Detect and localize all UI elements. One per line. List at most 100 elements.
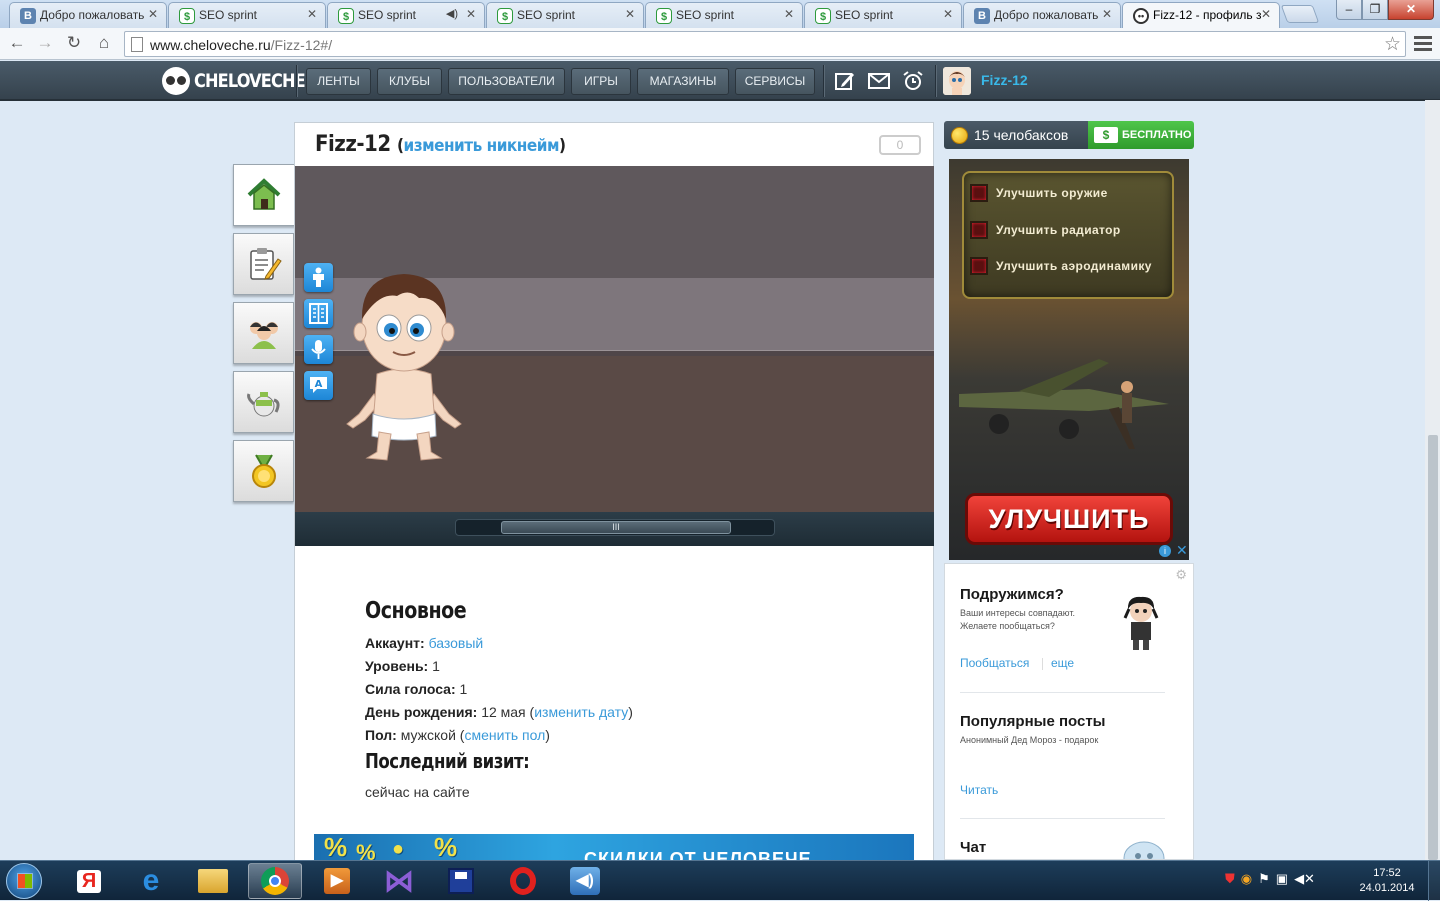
nav-feeds[interactable]: ЛЕНТЫ bbox=[306, 68, 371, 95]
nav-games[interactable]: ИГРЫ bbox=[571, 68, 631, 95]
address-bar[interactable]: www.cheloveche.ru/Fizz-12#/ ☆ bbox=[124, 31, 1406, 57]
nav-users[interactable]: ПОЛЬЗОВАТЕЛИ bbox=[448, 68, 565, 95]
profile-info: Основное Аккаунт: базовый Уровень: 1 Сил… bbox=[365, 598, 925, 804]
taskbar-chrome[interactable] bbox=[248, 863, 302, 899]
ad-cta-button[interactable]: УЛУЧШИТЬ bbox=[965, 493, 1173, 545]
free-bucks-button[interactable]: $ БЕСПЛАТНО bbox=[1088, 121, 1194, 149]
network-icon[interactable]: ▣ bbox=[1276, 871, 1288, 887]
profile-name: Fizz-12 bbox=[315, 132, 391, 157]
friends-icon bbox=[250, 322, 278, 349]
wallet-balance[interactable]: 15 челобаксов bbox=[944, 121, 1088, 149]
close-icon[interactable]: ✕ bbox=[625, 7, 635, 21]
account-link[interactable]: базовый bbox=[429, 635, 484, 651]
taskbar-yandex[interactable]: Я bbox=[62, 863, 116, 899]
taskbar-opera[interactable] bbox=[496, 863, 550, 899]
read-post-link[interactable]: Читать bbox=[960, 783, 998, 797]
show-desktop-button[interactable] bbox=[1428, 861, 1440, 901]
close-icon[interactable]: ✕ bbox=[943, 7, 953, 21]
sidebar-item-awards[interactable] bbox=[233, 440, 294, 502]
back-arrow-icon[interactable]: ← bbox=[6, 32, 28, 54]
seo-sprint-icon: $ bbox=[815, 8, 831, 24]
taskbar-internet-explorer[interactable]: e bbox=[124, 863, 178, 899]
close-icon[interactable]: ✕ bbox=[307, 7, 317, 21]
wardrobe-tool-button[interactable] bbox=[304, 299, 333, 328]
more-suggestions-link[interactable]: еще bbox=[1051, 656, 1074, 670]
close-icon[interactable]: ✕ bbox=[1261, 7, 1271, 21]
scrubber-handle[interactable]: III bbox=[501, 521, 731, 534]
browser-tab[interactable]: В Добро пожаловать ✕ bbox=[963, 2, 1121, 28]
window-close-button[interactable]: ✕ bbox=[1388, 0, 1434, 20]
site-logo[interactable]: CHELOVECHE bbox=[162, 67, 324, 95]
url-text[interactable]: www.cheloveche.ru/Fizz-12#/ bbox=[150, 37, 332, 53]
scrubber-track[interactable]: III bbox=[455, 519, 775, 536]
scrollbar-thumb[interactable] bbox=[1428, 435, 1438, 860]
taskbar-visual-studio[interactable]: ⋈ bbox=[372, 863, 426, 899]
page-scrollbar[interactable] bbox=[1425, 100, 1440, 860]
browser-tab[interactable]: $ SEO sprint ✕ bbox=[645, 2, 803, 28]
close-icon[interactable]: ✕ bbox=[466, 7, 476, 21]
section-title-main: Основное bbox=[365, 598, 467, 624]
browser-tab[interactable]: $ SEO sprint ✕ bbox=[486, 2, 644, 28]
suggested-user-avatar[interactable] bbox=[1121, 596, 1161, 652]
discount-banner[interactable]: %% ●% СКИДКИ ОТ ЧЕЛОВЕЧЕ bbox=[314, 834, 914, 862]
wardrobe-icon bbox=[309, 303, 328, 324]
close-icon[interactable]: ✕ bbox=[1102, 7, 1112, 21]
last-visit-value: сейчас на сайте bbox=[365, 784, 470, 800]
close-icon[interactable]: ✕ bbox=[148, 7, 158, 21]
mail-icon[interactable] bbox=[867, 70, 891, 92]
ad-banner[interactable]: Улучшить оружие Улучшить радиатор Улучши… bbox=[949, 159, 1189, 560]
sidebar-item-notes[interactable] bbox=[233, 233, 294, 295]
minimize-button[interactable]: – bbox=[1336, 0, 1362, 20]
alarm-clock-icon[interactable] bbox=[901, 70, 925, 92]
page-title: Fizz-12 (изменить никнейм) bbox=[315, 132, 566, 157]
sidebar-item-teapot[interactable] bbox=[233, 371, 294, 433]
nav-shops[interactable]: МАГАЗИНЫ bbox=[637, 68, 729, 95]
change-gender-link[interactable]: сменить пол bbox=[464, 727, 545, 743]
header-username[interactable]: Fizz-12 bbox=[981, 72, 1028, 88]
bookmark-star-icon[interactable]: ☆ bbox=[1384, 33, 1401, 56]
taskbar-save-app[interactable] bbox=[434, 863, 488, 899]
flag-icon[interactable]: ⚑ bbox=[1258, 871, 1270, 887]
change-nickname-link[interactable]: изменить никнейм bbox=[404, 136, 560, 156]
chat-with-user-link[interactable]: Пообщаться bbox=[960, 656, 1029, 670]
avatar[interactable] bbox=[943, 67, 971, 95]
close-icon[interactable]: ✕ bbox=[784, 7, 794, 21]
taskbar-file-explorer[interactable] bbox=[186, 863, 240, 899]
chat-tool-button[interactable]: A bbox=[304, 371, 333, 400]
tab-title: SEO sprint bbox=[358, 8, 417, 22]
logo-face-icon bbox=[162, 67, 190, 95]
reload-icon[interactable]: ↻ bbox=[63, 32, 85, 54]
browser-tab[interactable]: $ SEO sprint ◀) ✕ bbox=[327, 2, 485, 28]
forward-arrow-icon[interactable]: → bbox=[34, 32, 56, 54]
start-button[interactable] bbox=[6, 863, 42, 899]
update-icon[interactable]: ◉ bbox=[1241, 871, 1252, 887]
volume-muted-icon[interactable]: ◀✕ bbox=[1294, 871, 1315, 887]
taskbar-media-player[interactable]: ▶ bbox=[310, 863, 364, 899]
browser-tab[interactable]: $ SEO sprint ✕ bbox=[168, 2, 326, 28]
browser-tab-active[interactable]: •• Fizz-12 - профиль з ✕ bbox=[1122, 2, 1280, 28]
browser-tab[interactable]: $ SEO sprint ✕ bbox=[804, 2, 962, 28]
restore-button[interactable]: ❐ bbox=[1362, 0, 1388, 20]
tab-title: SEO sprint bbox=[199, 8, 258, 22]
nav-services[interactable]: СЕРВИСЫ bbox=[735, 68, 815, 95]
new-tab-button[interactable] bbox=[1280, 5, 1320, 23]
ad-info-icon[interactable]: i bbox=[1159, 545, 1171, 557]
medal-icon bbox=[252, 454, 276, 488]
sidebar-item-home[interactable] bbox=[233, 164, 295, 226]
change-date-link[interactable]: изменить дату bbox=[534, 704, 628, 720]
taskbar-speaker-app[interactable]: ◀) bbox=[558, 863, 612, 899]
nav-clubs[interactable]: КЛУБЫ bbox=[377, 68, 442, 95]
compose-icon[interactable] bbox=[833, 70, 857, 92]
sidebar-item-friends[interactable] bbox=[233, 302, 294, 364]
speaker-icon: ◀) bbox=[445, 8, 458, 20]
section-title-last-visit: Последний визит: bbox=[365, 749, 530, 773]
antivirus-icon[interactable]: ⛊ bbox=[1225, 871, 1235, 887]
body-tool-button[interactable] bbox=[304, 263, 333, 292]
home-button-icon[interactable]: ⌂ bbox=[93, 32, 115, 54]
gear-icon[interactable]: ⚙ bbox=[1175, 567, 1187, 583]
voice-tool-button[interactable] bbox=[304, 335, 333, 364]
browser-tab[interactable]: В Добро пожаловать ✕ bbox=[9, 2, 167, 28]
browser-menu-icon[interactable] bbox=[1414, 33, 1432, 53]
system-clock[interactable]: 17:52 24.01.2014 bbox=[1352, 866, 1422, 896]
ad-close-icon[interactable]: ✕ bbox=[1176, 542, 1188, 559]
